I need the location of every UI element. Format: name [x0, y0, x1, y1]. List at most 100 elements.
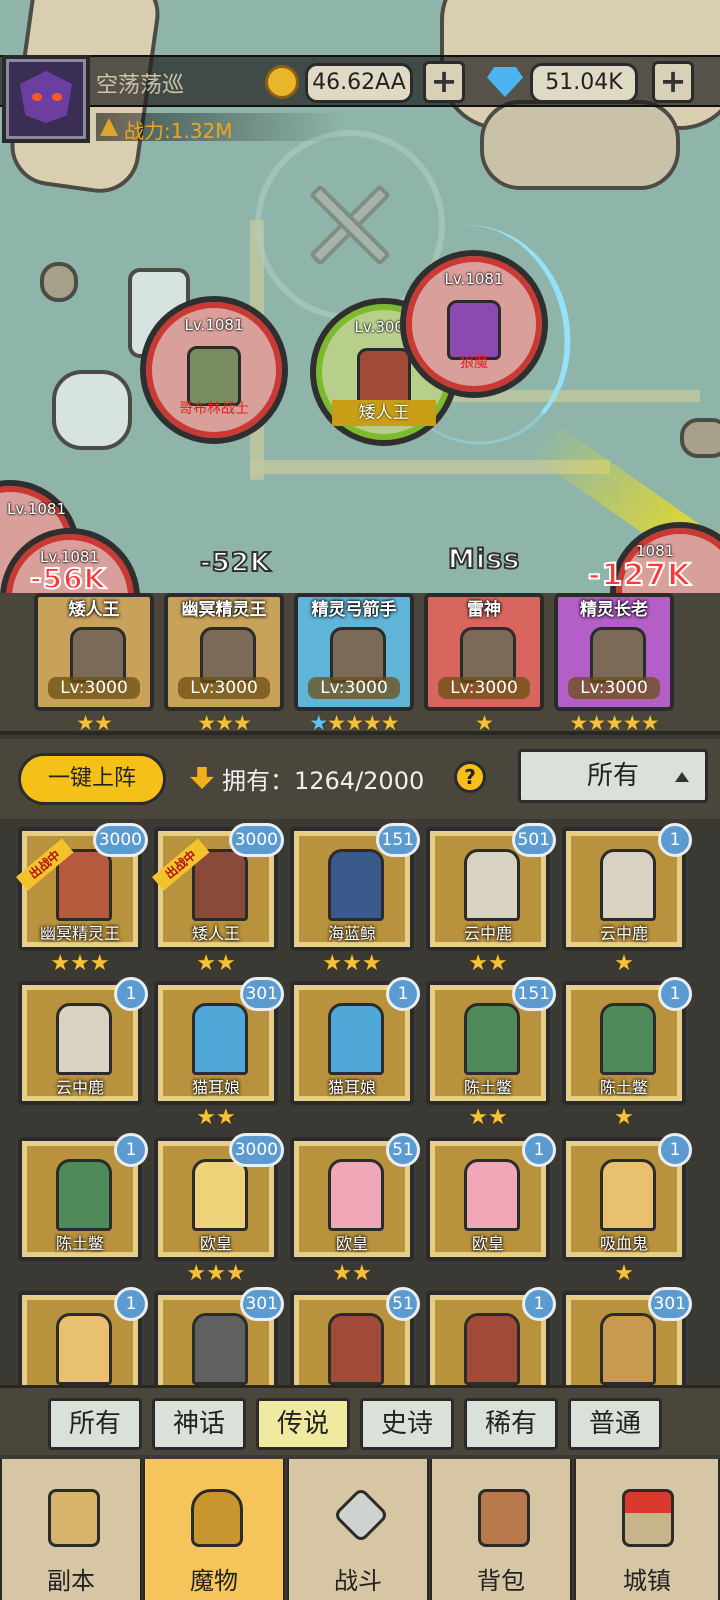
monster-cell[interactable]: 陈土鳖 1 — [18, 1133, 148, 1287]
enemy-unit[interactable]: Lv.1081 哥布林战士 — [140, 296, 288, 444]
monster-portrait — [192, 1313, 248, 1385]
monster-portrait — [464, 1313, 520, 1385]
monster-card[interactable]: 1 — [18, 1287, 148, 1387]
monster-cell[interactable]: 陈土鳖 1 ★ — [562, 977, 692, 1131]
monster-name: 欧皇 — [199, 1234, 232, 1253]
monster-portrait — [600, 1003, 656, 1075]
hero-name: 精灵长老 — [580, 600, 648, 620]
level-badge: 1 — [658, 1133, 692, 1167]
formation-slot[interactable]: 幽冥精灵王 Lv:3000 ★★★ — [164, 593, 284, 734]
monster-card[interactable]: 欧皇 3000 — [154, 1133, 284, 1261]
monster-cell[interactable]: 云中鹿 501 ★★ — [426, 823, 556, 977]
monster-card[interactable]: 吸血鬼 1 — [562, 1133, 692, 1261]
monster-name: 吸血鬼 — [599, 1234, 648, 1253]
hero-card[interactable]: 雷神 Lv:3000 — [424, 593, 544, 711]
shop-icon — [622, 1489, 674, 1547]
eye — [52, 93, 62, 101]
monster-cell[interactable]: 301 — [562, 1287, 692, 1387]
monster-card[interactable]: 云中鹿 1 — [562, 823, 692, 951]
monster-card[interactable]: 301 — [154, 1287, 284, 1387]
monster-portrait — [192, 1003, 248, 1075]
monster-cell[interactable]: 欧皇 3000 ★★★ — [154, 1133, 284, 1287]
monster-card[interactable]: 猫耳娘 1 — [290, 977, 420, 1105]
enemy-unit[interactable]: Lv.1081 狼魔 — [400, 250, 548, 398]
star-rating: ★ — [424, 712, 544, 734]
monster-name: 陈土鳖 — [463, 1078, 512, 1097]
formation-slot[interactable]: 精灵弓箭手 Lv:3000 ★★★★★ — [294, 593, 414, 734]
monster-card[interactable]: 云中鹿 1 — [18, 977, 148, 1105]
crossed-swords-icon — [300, 175, 400, 275]
backpack-icon — [478, 1489, 530, 1547]
auto-deploy-button[interactable]: 一键上阵 — [18, 753, 166, 805]
monster-portrait — [328, 1003, 384, 1075]
monster-card[interactable]: 1 — [426, 1287, 556, 1387]
monster-cell[interactable]: 猫耳娘 301 ★★ — [154, 977, 284, 1131]
monster-cell[interactable]: 陈土鳖 151 ★★ — [426, 977, 556, 1131]
formation-slot[interactable]: 矮人王 Lv:3000 ★★ — [34, 593, 154, 734]
hero-card[interactable]: 精灵长老 Lv:3000 — [554, 593, 674, 711]
unit-level: Lv.1081 — [6, 500, 66, 518]
hero-card[interactable]: 矮人王 Lv:3000 — [34, 593, 154, 711]
tab-rare[interactable]: 稀有 — [464, 1398, 558, 1450]
monster-cell[interactable]: 301 — [154, 1287, 284, 1387]
formation-slot[interactable]: 雷神 Lv:3000 ★ — [424, 593, 544, 734]
monster-name: 云中鹿 — [55, 1078, 104, 1097]
monster-card[interactable]: 51 — [290, 1287, 420, 1387]
hero-card[interactable]: 幽冥精灵王 Lv:3000 — [164, 593, 284, 711]
monster-card[interactable]: 出战中 幽冥精灵王 3000 — [16, 823, 148, 951]
level-badge: 151 — [375, 823, 420, 857]
monster-cell[interactable]: 51 — [290, 1287, 420, 1387]
monster-cell[interactable]: 出战中 矮人王 3000 ★★ — [152, 823, 284, 977]
level-badge: 301 — [647, 1287, 692, 1321]
monster-portrait — [56, 1313, 112, 1385]
monster-cell[interactable]: 出战中 幽冥精灵王 3000 ★★★ — [16, 823, 148, 977]
add-gold-button[interactable]: + — [423, 61, 465, 103]
arrow-down-icon — [190, 767, 214, 789]
monster-name: 海蓝鲸 — [327, 924, 376, 943]
helmet-icon — [191, 1489, 243, 1547]
monster-card[interactable]: 欧皇 51 — [290, 1133, 420, 1261]
hero-card[interactable]: 精灵弓箭手 Lv:3000 — [294, 593, 414, 711]
monster-cell[interactable]: 欧皇 51 ★★ — [290, 1133, 420, 1287]
monster-portrait — [328, 1313, 384, 1385]
level-badge: 3000 — [92, 823, 148, 857]
tab-all[interactable]: 所有 — [48, 1398, 142, 1450]
tab-mythic[interactable]: 神话 — [152, 1398, 246, 1450]
nav-dungeon[interactable]: 副本 — [0, 1459, 142, 1600]
hero-portrait — [70, 627, 126, 683]
monster-cell[interactable]: 猫耳娘 1 — [290, 977, 420, 1131]
monster-card[interactable]: 陈土鳖 151 — [426, 977, 556, 1105]
monster-card[interactable]: 陈土鳖 1 — [562, 977, 692, 1105]
tab-epic[interactable]: 史诗 — [360, 1398, 454, 1450]
monster-card[interactable]: 301 — [562, 1287, 692, 1387]
nav-backpack[interactable]: 背包 — [430, 1459, 572, 1600]
nav-battle[interactable]: 战斗 — [287, 1459, 429, 1600]
monster-card[interactable]: 猫耳娘 301 — [154, 977, 284, 1105]
hero-level: Lv:3000 — [48, 677, 140, 699]
help-button[interactable]: ? — [454, 761, 486, 793]
monster-card[interactable]: 云中鹿 501 — [426, 823, 556, 951]
monster-cell[interactable]: 1 — [426, 1287, 556, 1387]
tab-legendary[interactable]: 传说 — [256, 1398, 350, 1450]
star-rating: ★★★ — [186, 1261, 246, 1286]
monster-cell[interactable]: 海蓝鲸 151 ★★★ — [290, 823, 420, 977]
nav-town[interactable]: 城镇 — [574, 1459, 720, 1600]
formation-slot[interactable]: 精灵长老 Lv:3000 ★★★★★ — [554, 593, 674, 734]
filter-dropdown[interactable]: 所有 — [518, 749, 708, 803]
monster-card[interactable]: 陈土鳖 1 — [18, 1133, 148, 1261]
monster-cell[interactable]: 1 — [18, 1287, 148, 1387]
damage-number: -127K — [587, 557, 692, 594]
level-badge: 1 — [658, 823, 692, 857]
tab-common[interactable]: 普通 — [568, 1398, 662, 1450]
monster-cell[interactable]: 吸血鬼 1 ★ — [562, 1133, 692, 1287]
monster-cell[interactable]: 云中鹿 1 ★ — [562, 823, 692, 977]
monster-cell[interactable]: 欧皇 1 — [426, 1133, 556, 1287]
nav-monsters[interactable]: 魔物 — [143, 1459, 285, 1600]
monster-card[interactable]: 欧皇 1 — [426, 1133, 556, 1261]
monster-cell[interactable]: 云中鹿 1 — [18, 977, 148, 1131]
add-gems-button[interactable]: + — [652, 61, 694, 103]
avatar[interactable] — [2, 55, 90, 143]
game-screen: { "player": { "name": "空荡荡巡", "power": "… — [0, 0, 720, 1600]
monster-card[interactable]: 海蓝鲸 151 — [290, 823, 420, 951]
monster-card[interactable]: 出战中 矮人王 3000 — [152, 823, 284, 951]
